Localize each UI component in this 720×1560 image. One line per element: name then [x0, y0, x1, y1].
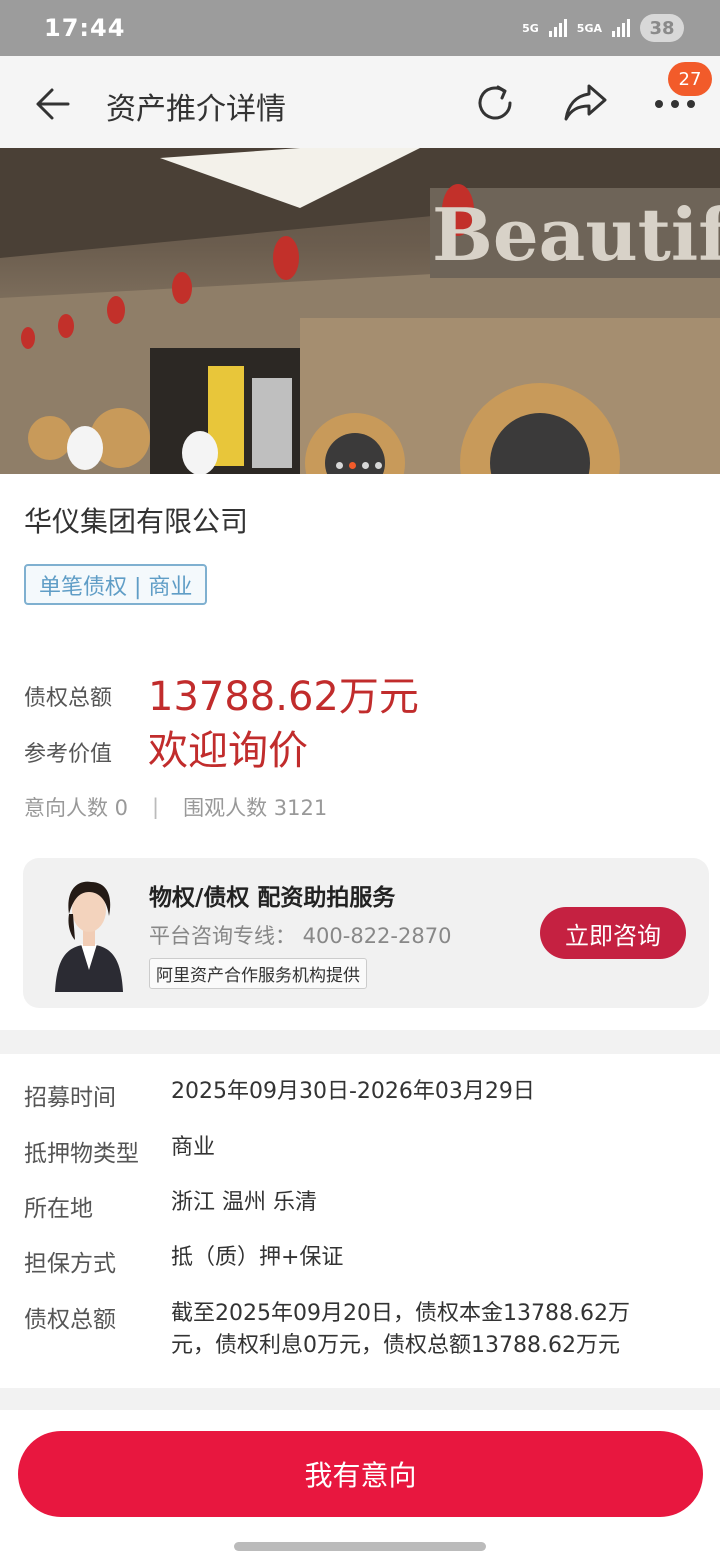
battery-indicator: 38: [640, 14, 684, 42]
asset-photo-carousel[interactable]: Beautif: [0, 148, 720, 474]
detail-label-total-claim: 债权总额: [24, 1307, 116, 1333]
carousel-dot-active: [349, 462, 356, 469]
reference-value-label: 参考价值: [24, 742, 113, 767]
network-5g-label: 5G: [522, 21, 539, 35]
stats-separator: |: [152, 795, 160, 819]
detail-label-recruit-time: 招募时间: [24, 1085, 116, 1111]
storefront-sign-text: Beautif: [432, 192, 720, 277]
consult-title: 物权/债权 配资助拍服务: [149, 885, 396, 911]
carousel-dot: [375, 462, 382, 469]
status-time: 17:44: [44, 14, 126, 42]
interest-stats: 意向人数 0 | 围观人数 3121: [24, 792, 327, 822]
detail-value-total-claim: 截至2025年09月20日，债权本金13788.62万元，债权利息0万元，债权总…: [171, 1301, 630, 1358]
section-divider: [0, 1030, 720, 1054]
total-claim-value: 13788.62万元: [148, 674, 419, 720]
signal-icon: [548, 19, 567, 37]
notification-badge: 27: [668, 62, 712, 96]
detail-label-guarantee: 担保方式: [24, 1251, 116, 1277]
refresh-icon[interactable]: [474, 82, 516, 124]
reference-value: 欢迎询价: [148, 728, 308, 774]
detail-label-location: 所在地: [24, 1196, 93, 1222]
more-icon[interactable]: [652, 94, 698, 114]
storefront-photo: Beautif: [0, 148, 720, 474]
view-count: 围观人数 3121: [183, 796, 328, 820]
carousel-dot: [336, 462, 343, 469]
detail-label-collateral-type: 抵押物类型: [24, 1141, 139, 1167]
consult-provider-note: 阿里资产合作服务机构提供: [149, 958, 367, 989]
detail-value-recruit-time: 2025年09月30日-2026年03月29日: [171, 1079, 535, 1104]
share-icon[interactable]: [562, 82, 608, 124]
page-title: 资产推介详情: [106, 92, 286, 127]
detail-value-guarantee: 抵（质）押+保证: [171, 1245, 344, 1270]
total-claim-label: 债权总额: [24, 686, 113, 711]
section-divider-bottom: [0, 1388, 720, 1410]
network-5ga-label: 5GA: [576, 21, 602, 35]
home-indicator[interactable]: [234, 1542, 486, 1551]
consult-now-button[interactable]: 立即咨询: [540, 907, 686, 959]
status-bar: 17:44 5G 5GA 38: [0, 0, 720, 56]
consultant-avatar: [55, 881, 123, 992]
status-icons: 5G 5GA 38: [522, 14, 684, 42]
consult-hotline[interactable]: 平台咨询专线： 400-822-2870: [149, 920, 451, 950]
intent-count: 意向人数 0: [24, 796, 129, 820]
carousel-indicator: [336, 462, 382, 469]
signal-icon-2: [612, 19, 630, 37]
back-arrow-icon[interactable]: [34, 86, 70, 122]
carousel-dot: [362, 462, 369, 469]
consult-service-card[interactable]: 物权/债权 配资助拍服务 平台咨询专线： 400-822-2870 阿里资产合作…: [23, 858, 709, 1008]
asset-type-tag: 单笔债权 | 商业: [24, 564, 208, 605]
intent-button[interactable]: 我有意向: [18, 1431, 703, 1517]
company-name: 华仪集团有限公司: [24, 505, 249, 538]
detail-value-location: 浙江 温州 乐清: [171, 1190, 317, 1215]
detail-value-collateral-type: 商业: [171, 1135, 216, 1160]
top-nav-bar: 资产推介详情: [0, 56, 720, 148]
